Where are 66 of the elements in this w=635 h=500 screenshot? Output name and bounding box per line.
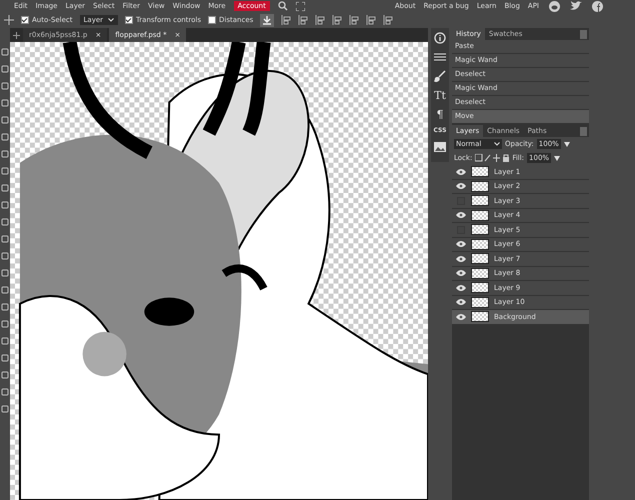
fullscreen-icon[interactable] bbox=[296, 2, 305, 10]
tool-icon[interactable] bbox=[1, 269, 9, 277]
eye-icon[interactable] bbox=[456, 168, 466, 175]
align-icon[interactable] bbox=[332, 15, 342, 25]
chevron-down-icon bbox=[494, 142, 500, 146]
tool-icon[interactable] bbox=[1, 286, 9, 294]
bird-icon[interactable] bbox=[570, 1, 582, 11]
eye-icon[interactable] bbox=[456, 284, 466, 291]
search-icon[interactable] bbox=[278, 1, 288, 11]
new-tab-icon[interactable] bbox=[12, 30, 21, 40]
eye-icon[interactable] bbox=[456, 183, 466, 190]
tool-icon[interactable] bbox=[1, 218, 9, 226]
tool-icon[interactable] bbox=[1, 116, 9, 124]
tool-icon[interactable] bbox=[1, 150, 9, 158]
lock-options-icon[interactable] bbox=[475, 154, 510, 162]
tool-icon[interactable] bbox=[1, 371, 9, 379]
layer-thumbnail bbox=[471, 311, 489, 322]
tool-icon[interactable] bbox=[1, 184, 9, 192]
sliders-icon[interactable] bbox=[434, 52, 446, 62]
layer-thumbnail bbox=[471, 180, 489, 192]
eye-icon[interactable] bbox=[456, 270, 466, 276]
tool-icon[interactable] bbox=[1, 133, 9, 141]
info-icon[interactable] bbox=[434, 32, 446, 44]
tool-icon[interactable] bbox=[1, 354, 9, 362]
image-icon[interactable] bbox=[434, 142, 446, 152]
layer-thumbnail bbox=[471, 268, 489, 279]
tool-icon[interactable] bbox=[1, 320, 9, 328]
tool-icon[interactable] bbox=[1, 167, 9, 175]
download-icon[interactable] bbox=[260, 14, 274, 26]
layer-thumbnail bbox=[471, 195, 489, 206]
f-logo-icon[interactable] bbox=[592, 0, 603, 12]
layer-thumbnail bbox=[471, 296, 489, 308]
align-icon[interactable] bbox=[349, 15, 360, 25]
tool-icon[interactable] bbox=[1, 201, 9, 209]
tool-icon[interactable] bbox=[1, 235, 9, 243]
tool-icon[interactable] bbox=[1, 252, 9, 260]
side-tool-button[interactable]: ¶ bbox=[436, 109, 444, 120]
align-icon[interactable] bbox=[298, 15, 308, 25]
layer-thumbnail bbox=[471, 282, 489, 294]
side-tool-button[interactable]: Tt bbox=[434, 90, 446, 101]
eye-icon[interactable] bbox=[456, 241, 466, 248]
brush-icon[interactable] bbox=[434, 70, 446, 82]
chevron-down-icon bbox=[108, 18, 114, 22]
tool-icon[interactable] bbox=[1, 82, 9, 90]
tool-icon[interactable] bbox=[1, 48, 9, 56]
layer-thumbnail bbox=[471, 166, 489, 178]
tool-icon[interactable] bbox=[1, 303, 9, 311]
tool-icon[interactable] bbox=[1, 337, 9, 345]
layer-thumbnail bbox=[471, 224, 489, 236]
eye-icon[interactable] bbox=[456, 299, 466, 306]
align-icon[interactable] bbox=[315, 15, 326, 25]
tool-icon[interactable] bbox=[1, 65, 9, 73]
align-icon[interactable] bbox=[366, 15, 376, 25]
tool-icon[interactable] bbox=[1, 388, 9, 396]
align-icon[interactable] bbox=[383, 15, 394, 25]
align-icon[interactable] bbox=[281, 15, 292, 25]
layer-thumbnail bbox=[471, 210, 489, 221]
eye-icon[interactable] bbox=[456, 212, 466, 218]
dropdown-arrow-icon[interactable] bbox=[564, 142, 570, 146]
tool-icon[interactable] bbox=[1, 99, 9, 107]
tool-icon[interactable] bbox=[1, 405, 9, 413]
move-tool-icon[interactable] bbox=[4, 15, 14, 25]
eye-icon[interactable] bbox=[456, 256, 466, 262]
layer-thumbnail bbox=[471, 238, 489, 250]
eye-icon[interactable] bbox=[456, 314, 466, 320]
layer-thumbnail bbox=[471, 253, 489, 264]
